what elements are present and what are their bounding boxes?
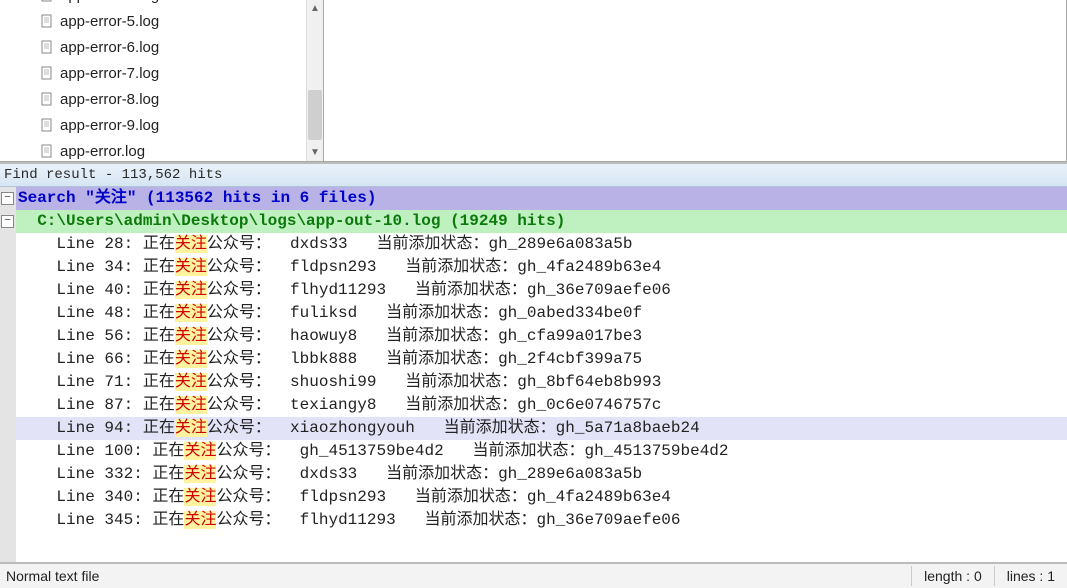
fold-toggle-icon[interactable]: −	[1, 192, 14, 205]
file-tree-item[interactable]: app-error.log	[40, 138, 323, 161]
result-line[interactable]: Line 66: 正在关注公众号： lbbk888 当前添加状态：gh_2f4c…	[16, 348, 1067, 371]
file-tree-item[interactable]: app-error-7.log	[40, 60, 323, 86]
status-length: length : 0	[912, 568, 994, 584]
file-tree-panel: app-error-4.log app-error-5.log app-error-…	[0, 0, 324, 162]
document-icon	[40, 14, 54, 28]
fold-toggle-icon[interactable]: −	[1, 215, 14, 228]
find-results-pane[interactable]: − − Search "关注" (113562 hits in 6 files)…	[0, 187, 1067, 562]
status-length-label: length :	[924, 568, 970, 584]
document-icon	[40, 40, 54, 54]
top-pane: app-error-4.log app-error-5.log app-error-…	[0, 0, 1067, 164]
document-icon	[40, 144, 54, 158]
status-bar: Normal text file length : 0 lines : 1	[0, 562, 1067, 588]
result-line[interactable]: Line 340: 正在关注公众号： fldpsn293 当前添加状态：gh_4…	[16, 486, 1067, 509]
file-tree-item-label: app-error-6.log	[60, 39, 159, 56]
search-keyword: 关注	[175, 281, 207, 299]
result-line[interactable]: Line 94: 正在关注公众号： xiaozhongyouh 当前添加状态：g…	[16, 417, 1067, 440]
search-keyword: 关注	[175, 304, 207, 322]
search-keyword: 关注	[175, 258, 207, 276]
scroll-down-icon[interactable]: ▼	[307, 144, 323, 161]
document-icon	[40, 92, 54, 106]
result-line[interactable]: Line 34: 正在关注公众号： fldpsn293 当前添加状态：gh_4f…	[16, 256, 1067, 279]
result-line[interactable]: Line 40: 正在关注公众号： flhyd11293 当前添加状态：gh_3…	[16, 279, 1067, 302]
search-keyword: 关注	[184, 488, 216, 506]
result-line[interactable]: Line 100: 正在关注公众号： gh_4513759be4d2 当前添加状…	[16, 440, 1067, 463]
file-tree-item-label: app-error.log	[60, 143, 145, 160]
file-header-line[interactable]: C:\Users\admin\Desktop\logs\app-out-10.l…	[16, 210, 1067, 233]
search-header-line[interactable]: Search "关注" (113562 hits in 6 files)	[16, 187, 1067, 210]
search-keyword: 关注	[184, 465, 216, 483]
document-icon	[40, 118, 54, 132]
file-tree-item[interactable]: app-error-8.log	[40, 86, 323, 112]
document-icon	[40, 66, 54, 80]
result-line[interactable]: Line 345: 正在关注公众号： flhyd11293 当前添加状态：gh_…	[16, 509, 1067, 532]
status-lines: lines : 1	[995, 568, 1067, 584]
search-keyword: 关注	[175, 373, 207, 391]
file-tree-item-label: app-error-7.log	[60, 65, 159, 82]
status-filetype: Normal text file	[0, 568, 99, 584]
result-line[interactable]: Line 28: 正在关注公众号： dxds33 当前添加状态：gh_289e6…	[16, 233, 1067, 256]
find-result-bar: Find result - 113,562 hits	[0, 164, 1067, 187]
search-keyword: 关注	[184, 442, 216, 460]
search-keyword: 关注	[175, 327, 207, 345]
file-tree-scrollbar[interactable]: ▲ ▼	[306, 0, 323, 161]
file-tree-item-label: app-error-9.log	[60, 117, 159, 134]
result-line[interactable]: Line 48: 正在关注公众号： fuliksd 当前添加状态：gh_0abe…	[16, 302, 1067, 325]
file-tree-item-label: app-error-8.log	[60, 91, 159, 108]
status-lines-label: lines :	[1007, 568, 1044, 584]
search-keyword: 关注	[175, 350, 207, 368]
result-line[interactable]: Line 87: 正在关注公众号： texiangy8 当前添加状态：gh_0c…	[16, 394, 1067, 417]
document-icon	[40, 0, 54, 2]
fold-gutter: − −	[0, 187, 16, 562]
status-lines-value: 1	[1047, 568, 1055, 584]
file-tree-item[interactable]: app-error-9.log	[40, 112, 323, 138]
status-length-value: 0	[974, 568, 982, 584]
search-keyword: 关注	[175, 419, 207, 437]
result-line[interactable]: Line 332: 正在关注公众号： dxds33 当前添加状态：gh_289e…	[16, 463, 1067, 486]
search-keyword: 关注	[175, 235, 207, 253]
result-line[interactable]: Line 71: 正在关注公众号： shuoshi99 当前添加状态：gh_8b…	[16, 371, 1067, 394]
file-tree[interactable]: app-error-4.log app-error-5.log app-error-…	[0, 0, 323, 161]
file-tree-item[interactable]: app-error-5.log	[40, 8, 323, 34]
search-keyword: 关注	[175, 396, 207, 414]
result-line[interactable]: Line 56: 正在关注公众号： haowuy8 当前添加状态：gh_cfa9…	[16, 325, 1067, 348]
file-tree-item-label: app-error-5.log	[60, 13, 159, 30]
file-tree-item[interactable]: app-error-4.log	[40, 0, 323, 8]
file-tree-item-label: app-error-4.log	[60, 0, 159, 4]
scroll-up-icon[interactable]: ▲	[307, 0, 323, 17]
document-pane[interactable]	[324, 0, 1067, 162]
scroll-thumb[interactable]	[308, 90, 322, 140]
file-tree-item[interactable]: app-error-6.log	[40, 34, 323, 60]
search-keyword: 关注	[184, 511, 216, 529]
